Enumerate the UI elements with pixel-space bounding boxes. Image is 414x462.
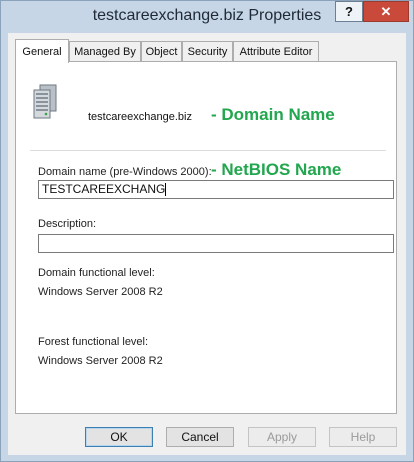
tab-managed-by[interactable]: Managed By xyxy=(69,41,141,61)
tab-general[interactable]: General xyxy=(15,39,69,63)
domain-name-annotation: - Domain Name xyxy=(211,105,335,124)
description-label: Description: xyxy=(38,218,97,230)
title-bar[interactable]: testcareexchange.biz Properties ? ✕ xyxy=(1,1,413,33)
domain-functional-level-value: Windows Server 2008 R2 xyxy=(38,286,163,298)
close-icon: ✕ xyxy=(380,3,392,19)
netbios-label: Domain name (pre-Windows 2000): xyxy=(38,166,212,178)
text-cursor xyxy=(165,183,167,196)
netbios-name-value: TESTCAREEXCHANG xyxy=(42,182,166,196)
netbios-name-field[interactable]: TESTCAREEXCHANG xyxy=(38,180,394,199)
cancel-button[interactable]: Cancel xyxy=(166,427,234,447)
tab-attribute-editor[interactable]: Attribute Editor xyxy=(233,41,319,61)
general-tab-page: testcareexchange.biz - Domain Name Domai… xyxy=(15,61,397,414)
properties-dialog: testcareexchange.biz Properties ? ✕ Gene… xyxy=(0,0,414,462)
close-button[interactable]: ✕ xyxy=(363,1,409,22)
tab-label: Attribute Editor xyxy=(239,45,313,58)
dialog-client-area: General Managed By Object Security Attri… xyxy=(8,33,406,455)
separator xyxy=(30,150,386,151)
tab-label: Managed By xyxy=(74,45,136,58)
forest-functional-level-value: Windows Server 2008 R2 xyxy=(38,355,163,367)
help-title-button[interactable]: ? xyxy=(335,1,363,22)
domain-functional-level-label: Domain functional level: xyxy=(38,267,155,279)
ok-button[interactable]: OK xyxy=(85,427,153,447)
tab-security[interactable]: Security xyxy=(182,41,233,61)
forest-functional-level-label: Forest functional level: xyxy=(38,336,149,348)
help-button[interactable]: Help xyxy=(329,427,397,447)
tab-label: Security xyxy=(187,45,228,58)
description-field[interactable] xyxy=(38,234,394,253)
tab-object[interactable]: Object xyxy=(141,41,182,61)
question-mark-icon: ? xyxy=(345,4,353,19)
tab-label: General xyxy=(22,45,62,58)
tab-label: Object xyxy=(145,45,178,58)
apply-button[interactable]: Apply xyxy=(248,427,316,447)
domain-name-text: testcareexchange.biz xyxy=(88,111,192,123)
server-icon xyxy=(33,84,57,119)
netbios-annotation: - NetBIOS Name xyxy=(211,160,342,179)
